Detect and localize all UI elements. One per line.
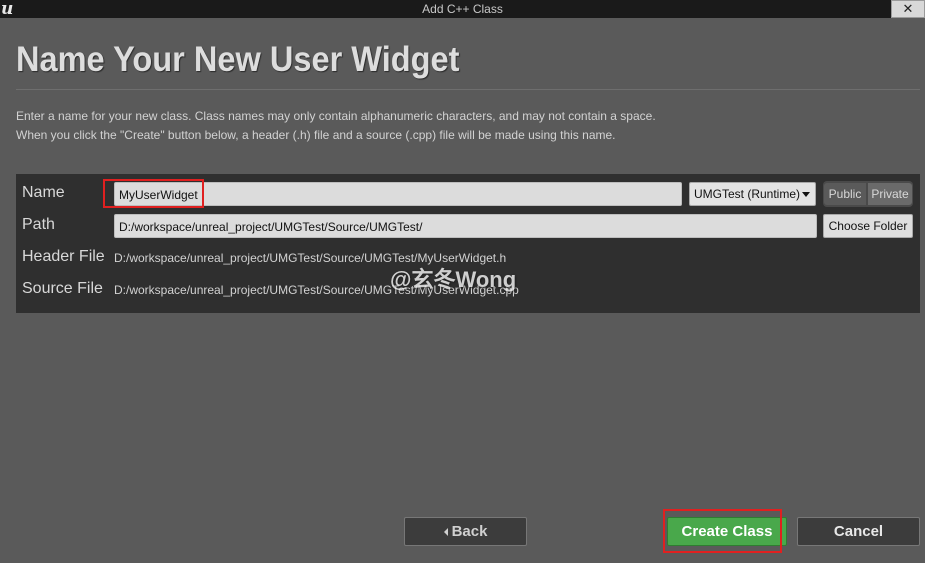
module-dropdown[interactable]: UMGTest (Runtime) — [689, 182, 816, 206]
close-button[interactable]: ✕ — [891, 0, 925, 18]
class-name-input[interactable]: MyUserWidget — [114, 182, 682, 206]
visibility-toggle: Public Private — [823, 181, 913, 207]
window-title: Add C++ Class — [422, 2, 503, 16]
back-button[interactable]: Back — [404, 517, 527, 546]
cancel-button[interactable]: Cancel — [797, 517, 920, 546]
public-toggle[interactable]: Public — [824, 183, 866, 205]
description: Enter a name for your new class. Class n… — [16, 107, 656, 145]
source-file-label: Source File — [22, 280, 103, 297]
name-label: Name — [22, 184, 65, 201]
add-cpp-class-window: u Add C++ Class ✕ Name Your New User Wid… — [0, 0, 925, 563]
create-class-button[interactable]: Create Class — [667, 517, 787, 546]
title-bar: u Add C++ Class ✕ — [0, 0, 925, 18]
description-line-1: Enter a name for your new class. Class n… — [16, 109, 656, 123]
close-icon: ✕ — [902, 1, 914, 16]
chevron-left-icon — [443, 528, 448, 537]
path-input[interactable]: D:/workspace/unreal_project/UMGTest/Sour… — [114, 214, 817, 238]
module-dropdown-value: UMGTest (Runtime) — [694, 187, 801, 201]
path-label: Path — [22, 216, 55, 233]
chevron-down-icon — [802, 192, 810, 197]
title-divider — [16, 89, 920, 90]
watermark: @玄冬Wong — [390, 267, 517, 292]
description-line-2: When you click the "Create" button below… — [16, 128, 616, 142]
page-title: Name Your New User Widget — [16, 40, 460, 79]
private-toggle[interactable]: Private — [868, 183, 912, 205]
choose-folder-button[interactable]: Choose Folder — [823, 214, 913, 238]
back-button-label: Back — [451, 523, 488, 540]
header-file-label: Header File — [22, 248, 105, 265]
